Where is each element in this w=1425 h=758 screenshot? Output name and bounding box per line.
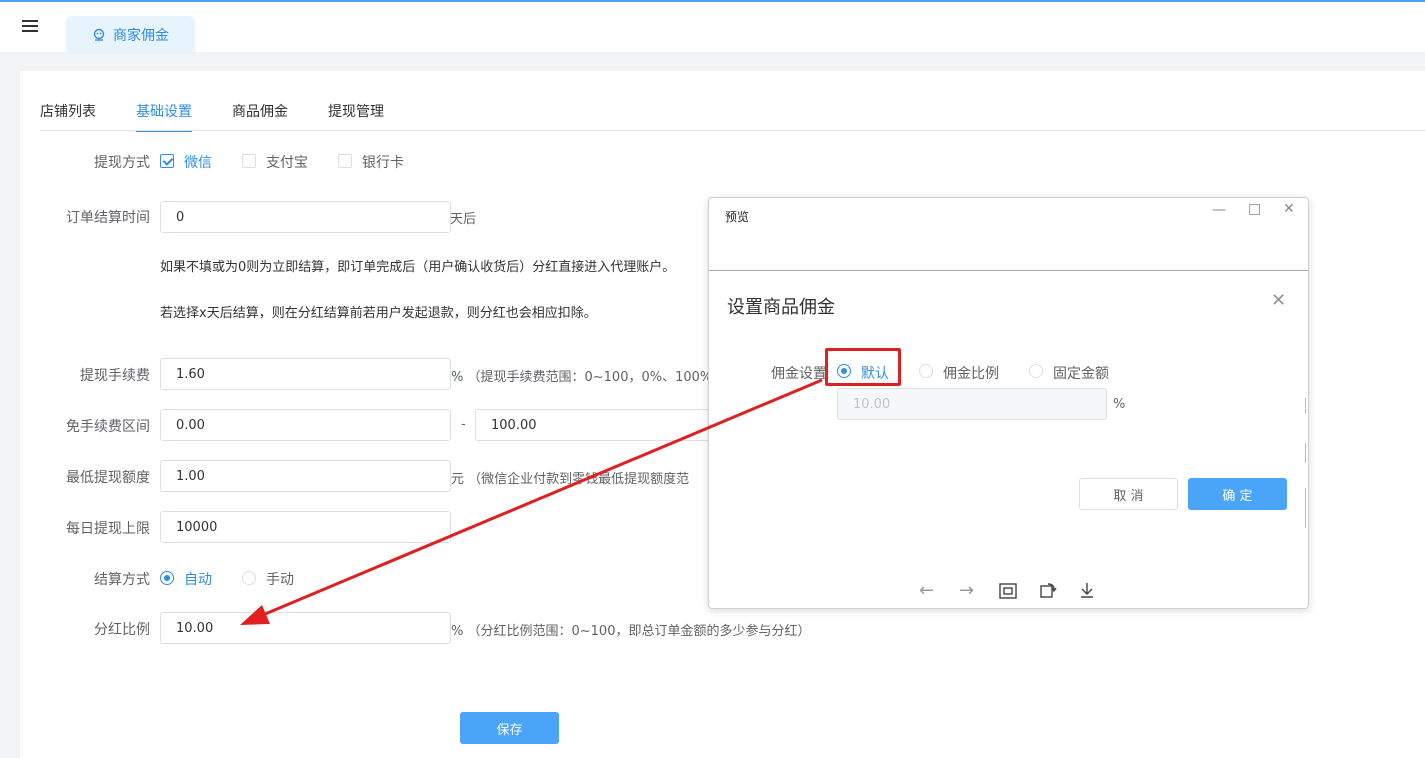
settle-mode-label: 结算方式 [94,572,150,588]
menu-toggle-icon[interactable] [22,20,38,34]
window-close-icon[interactable]: ✕ [1283,201,1295,217]
daily-limit-input[interactable]: 10000 [160,511,451,543]
settle-auto-label: 自动 [184,572,212,588]
save-button[interactable]: 保存 [460,712,559,744]
alipay-checkbox[interactable] [242,154,256,168]
daily-limit-label: 每日提现上限 [66,521,150,537]
dividend-ratio-input[interactable]: 10.00 [160,612,451,644]
tab-store-list[interactable]: 店铺列表 [40,101,96,131]
fixed-amount-option-label: 固定金额 [1053,366,1109,382]
free-range-from-input[interactable]: 0.00 [160,409,451,441]
commission-setting-label: 佣金设置 [771,366,827,382]
fit-screen-icon[interactable] [999,583,1017,599]
wechat-checkbox[interactable] [160,154,174,168]
dialog-title: 设置商品佣金 [727,297,835,318]
preview-window: 预览 — □ ✕ 设置商品佣金 ✕ 佣金设置 默认 佣金比例 固定金额 10.0… [708,197,1309,609]
tab-merchant-commission-label: 商家佣金 [113,28,169,44]
dividend-ratio-label: 分红比例 [94,622,150,638]
fee-suffix: % （提现手续费范围：0~100，0%、100% [451,370,713,385]
sub-tabs: 店铺列表 基础设置 商品佣金 提现管理 [40,101,424,132]
fee-label: 提现手续费 [80,368,150,384]
settle-time-label: 订单结算时间 [66,210,150,226]
settle-hint-1: 如果不填或为0则为立即结算，即订单完成后（用户确认收货后）分红直接进入代理账户。 [160,260,676,275]
ratio-option-label: 佣金比例 [943,366,999,382]
commission-value-input[interactable]: 10.00 [837,388,1107,420]
fee-input[interactable]: 1.60 [160,358,451,390]
commission-value-suffix: % [1113,397,1126,412]
edge-mark [1305,488,1306,528]
preview-title: 预览 [725,210,750,224]
bankcard-option-label: 银行卡 [362,155,404,171]
cancel-button[interactable]: 取 消 [1079,478,1178,510]
dialog-close-icon[interactable]: ✕ [1271,290,1286,311]
edge-mark [1305,443,1306,463]
settle-manual-label: 手动 [266,572,294,588]
settle-hint-2: 若选择x天后结算，则在分红结算前若用户发起退款，则分红也会相应扣除。 [160,306,597,321]
settle-days-input[interactable]: 0 [160,201,451,233]
free-range-label: 免手续费区间 [66,419,150,435]
ratio-radio[interactable] [919,364,933,378]
next-arrow-icon[interactable]: → [959,580,974,601]
prev-arrow-icon[interactable]: ← [919,580,934,601]
edge-mark [1305,398,1306,414]
tab-basic-settings[interactable]: 基础设置 [136,101,192,132]
bankcard-checkbox[interactable] [338,154,352,168]
alipay-option-label: 支付宝 [266,155,308,171]
settle-days-suffix: 天后 [450,212,477,227]
dividend-ratio-suffix: % （分红比例范围：0~100，即总订单金额的多少参与分红） [451,624,811,639]
tab-product-commission[interactable]: 商品佣金 [232,101,288,131]
download-icon[interactable] [1079,582,1095,599]
tab-merchant-commission[interactable]: 商家佣金 [66,16,195,54]
free-range-dash: - [461,417,466,432]
fixed-amount-radio[interactable] [1029,364,1043,378]
min-withdraw-suffix: 元 （微信企业付款到零钱最低提现额度范 [451,472,690,487]
tab-withdraw-management[interactable]: 提现管理 [328,101,384,131]
min-withdraw-input[interactable]: 1.00 [160,460,451,492]
wechat-option-label: 微信 [184,155,212,171]
preview-separator [709,270,1308,271]
maximize-icon[interactable]: □ [1248,201,1261,217]
min-withdraw-label: 最低提现额度 [66,470,150,486]
tabs-divider [40,130,1425,131]
settle-manual-radio[interactable] [242,571,256,585]
settle-auto-radio[interactable] [160,571,174,585]
top-bar: 商家佣金 [0,2,1425,54]
withdraw-method-label: 提现方式 [94,155,150,171]
minimize-icon[interactable]: — [1212,202,1226,218]
highlight-box [825,348,901,386]
free-range-to-input[interactable]: 100.00 [475,409,715,441]
rotate-icon[interactable] [1039,581,1057,599]
confirm-button[interactable]: 确 定 [1188,478,1287,510]
commission-icon [93,28,105,41]
